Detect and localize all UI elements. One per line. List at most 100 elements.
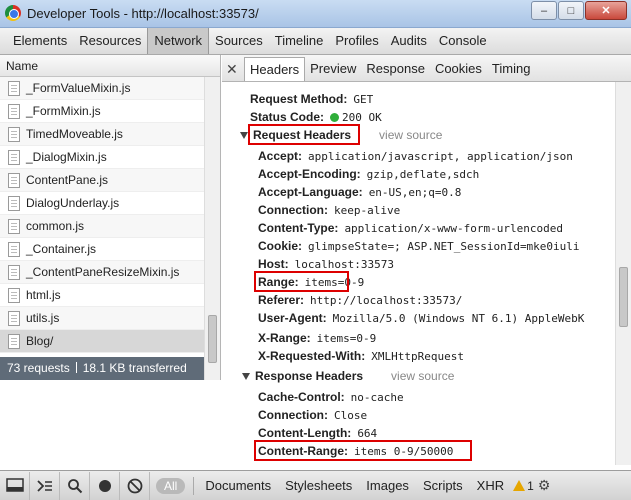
close-window-button[interactable]: ✕	[585, 1, 627, 20]
name-column-header[interactable]: Name	[0, 55, 220, 77]
header-row: Connection: Close	[258, 405, 367, 425]
search-icon[interactable]	[60, 471, 90, 500]
header-row: Referer: http://localhost:33573/	[258, 290, 462, 310]
tab-elements[interactable]: Elements	[7, 28, 73, 54]
tab-headers[interactable]: Headers	[244, 57, 306, 81]
header-row: Cookie: glimpseState=; ASP.NET_SessionId=…	[258, 236, 580, 256]
maximize-button[interactable]: □	[558, 1, 584, 20]
list-item[interactable]: _FormMixin.js	[0, 100, 204, 123]
tab-audits[interactable]: Audits	[385, 28, 433, 54]
file-icon	[8, 241, 20, 257]
header-value: no-cache	[350, 390, 404, 404]
list-item[interactable]: ContentPane.js	[0, 169, 204, 192]
view-source-link[interactable]: view source	[391, 369, 454, 383]
filter-documents[interactable]: Documents	[198, 478, 278, 493]
header-key: Accept-Language:	[258, 185, 363, 199]
settings-icon[interactable]: ⚙	[538, 477, 551, 494]
filter-images[interactable]: Images	[359, 478, 416, 493]
scrollbar-thumb[interactable]	[619, 267, 628, 327]
header-key: Content-Type:	[258, 221, 339, 235]
header-key: Cookie:	[258, 239, 303, 253]
list-item[interactable]: _Container.js	[0, 238, 204, 261]
headers-scrollbar[interactable]	[615, 82, 631, 465]
disclosure-triangle-icon[interactable]	[242, 372, 250, 380]
list-item[interactable]: DialogUnderlay.js	[0, 192, 204, 215]
close-icon[interactable]: ✕	[226, 59, 244, 81]
file-icon	[8, 195, 20, 211]
section-title: Response Headers	[255, 369, 364, 383]
tab-cookies[interactable]: Cookies	[430, 57, 487, 81]
chrome-icon	[5, 5, 21, 21]
list-item[interactable]: _ContentPaneResizeMixin.js	[0, 261, 204, 284]
header-value: glimpseState=; ASP.NET_SessionId=mke0iul…	[308, 239, 580, 253]
header-row: Accept: application/javascript, applicati…	[258, 146, 573, 166]
tab-preview[interactable]: Preview	[305, 57, 361, 81]
list-item-selected[interactable]: Blog/	[0, 330, 204, 353]
tab-timeline[interactable]: Timeline	[269, 28, 330, 54]
tab-sources[interactable]: Sources	[209, 28, 269, 54]
file-name: _Container.js	[26, 242, 97, 256]
tab-timing[interactable]: Timing	[487, 57, 536, 81]
list-item[interactable]: utils.js	[0, 307, 204, 330]
file-name: TimedMoveable.js	[26, 127, 123, 141]
minimize-button[interactable]: –	[531, 1, 557, 20]
request-list-scrollbar[interactable]	[204, 77, 220, 380]
network-summary: 73 requests 18.1 KB transferred	[0, 357, 204, 380]
header-row: Accept-Language: en-US,en;q=0.8	[258, 182, 461, 202]
response-headers-section[interactable]: Response Headers view source	[242, 366, 454, 386]
header-key: Host:	[258, 257, 289, 271]
scrollbar-thumb[interactable]	[208, 315, 217, 363]
tab-response[interactable]: Response	[361, 57, 430, 81]
filter-all[interactable]: All	[156, 477, 186, 494]
transferred-size: 18.1 KB transferred	[82, 361, 187, 375]
list-item[interactable]: _FormValueMixin.js	[0, 77, 204, 100]
network-request-list: Name _FormValueMixin.js _FormMixin.js Ti…	[0, 55, 221, 380]
file-name: _FormValueMixin.js	[26, 81, 131, 95]
filter-xhr[interactable]: XHR	[470, 478, 511, 493]
bottom-toolbar: All Documents Stylesheets Images Scripts…	[0, 470, 631, 500]
filter-divider	[193, 476, 195, 495]
tab-network[interactable]: Network	[147, 28, 210, 54]
file-icon	[8, 218, 20, 234]
file-icon	[8, 264, 20, 280]
header-key: X-Requested-With:	[258, 349, 366, 363]
header-key: Accept-Encoding:	[258, 167, 361, 181]
header-row: Connection: keep-alive	[258, 200, 400, 220]
file-name: utils.js	[26, 311, 60, 325]
list-item[interactable]: html.js	[0, 284, 204, 307]
header-key: X-Range:	[258, 331, 311, 345]
file-icon	[8, 103, 20, 119]
detail-tabbar: ✕ Headers Preview Response Cookies Timin…	[222, 55, 631, 82]
disclosure-triangle-icon[interactable]	[240, 131, 248, 139]
list-item[interactable]: _DialogMixin.js	[0, 146, 204, 169]
highlight-box	[254, 271, 349, 292]
record-icon[interactable]	[90, 471, 120, 500]
view-source-link[interactable]: view source	[379, 128, 442, 142]
list-item[interactable]: TimedMoveable.js	[0, 123, 204, 146]
file-icon	[8, 126, 20, 142]
header-key: Content-Length:	[258, 426, 352, 440]
clear-icon[interactable]	[120, 471, 150, 500]
file-icon	[8, 287, 20, 303]
window-title: Developer Tools - http://localhost:33573…	[27, 6, 259, 21]
tab-profiles[interactable]: Profiles	[329, 28, 384, 54]
header-value: en-US,en;q=0.8	[368, 185, 462, 199]
warnings-counter[interactable]: 1	[513, 479, 534, 493]
filter-scripts[interactable]: Scripts	[416, 478, 470, 493]
header-key: Status Code:	[250, 110, 325, 124]
header-key: Request Method:	[250, 92, 348, 106]
status-ok-icon	[330, 112, 340, 122]
console-icon[interactable]	[30, 471, 60, 500]
file-name: DialogUnderlay.js	[26, 196, 120, 210]
dock-icon[interactable]	[0, 471, 30, 500]
header-key: User-Agent:	[258, 311, 327, 325]
tab-resources[interactable]: Resources	[73, 28, 147, 54]
tab-console[interactable]: Console	[433, 28, 493, 54]
list-item[interactable]: common.js	[0, 215, 204, 238]
header-key: Connection:	[258, 203, 328, 217]
header-key: Referer:	[258, 293, 305, 307]
header-key: Connection:	[258, 408, 328, 422]
file-name: ContentPane.js	[26, 173, 109, 187]
header-value: application/x-www-form-urlencoded	[344, 221, 563, 235]
filter-stylesheets[interactable]: Stylesheets	[278, 478, 359, 493]
